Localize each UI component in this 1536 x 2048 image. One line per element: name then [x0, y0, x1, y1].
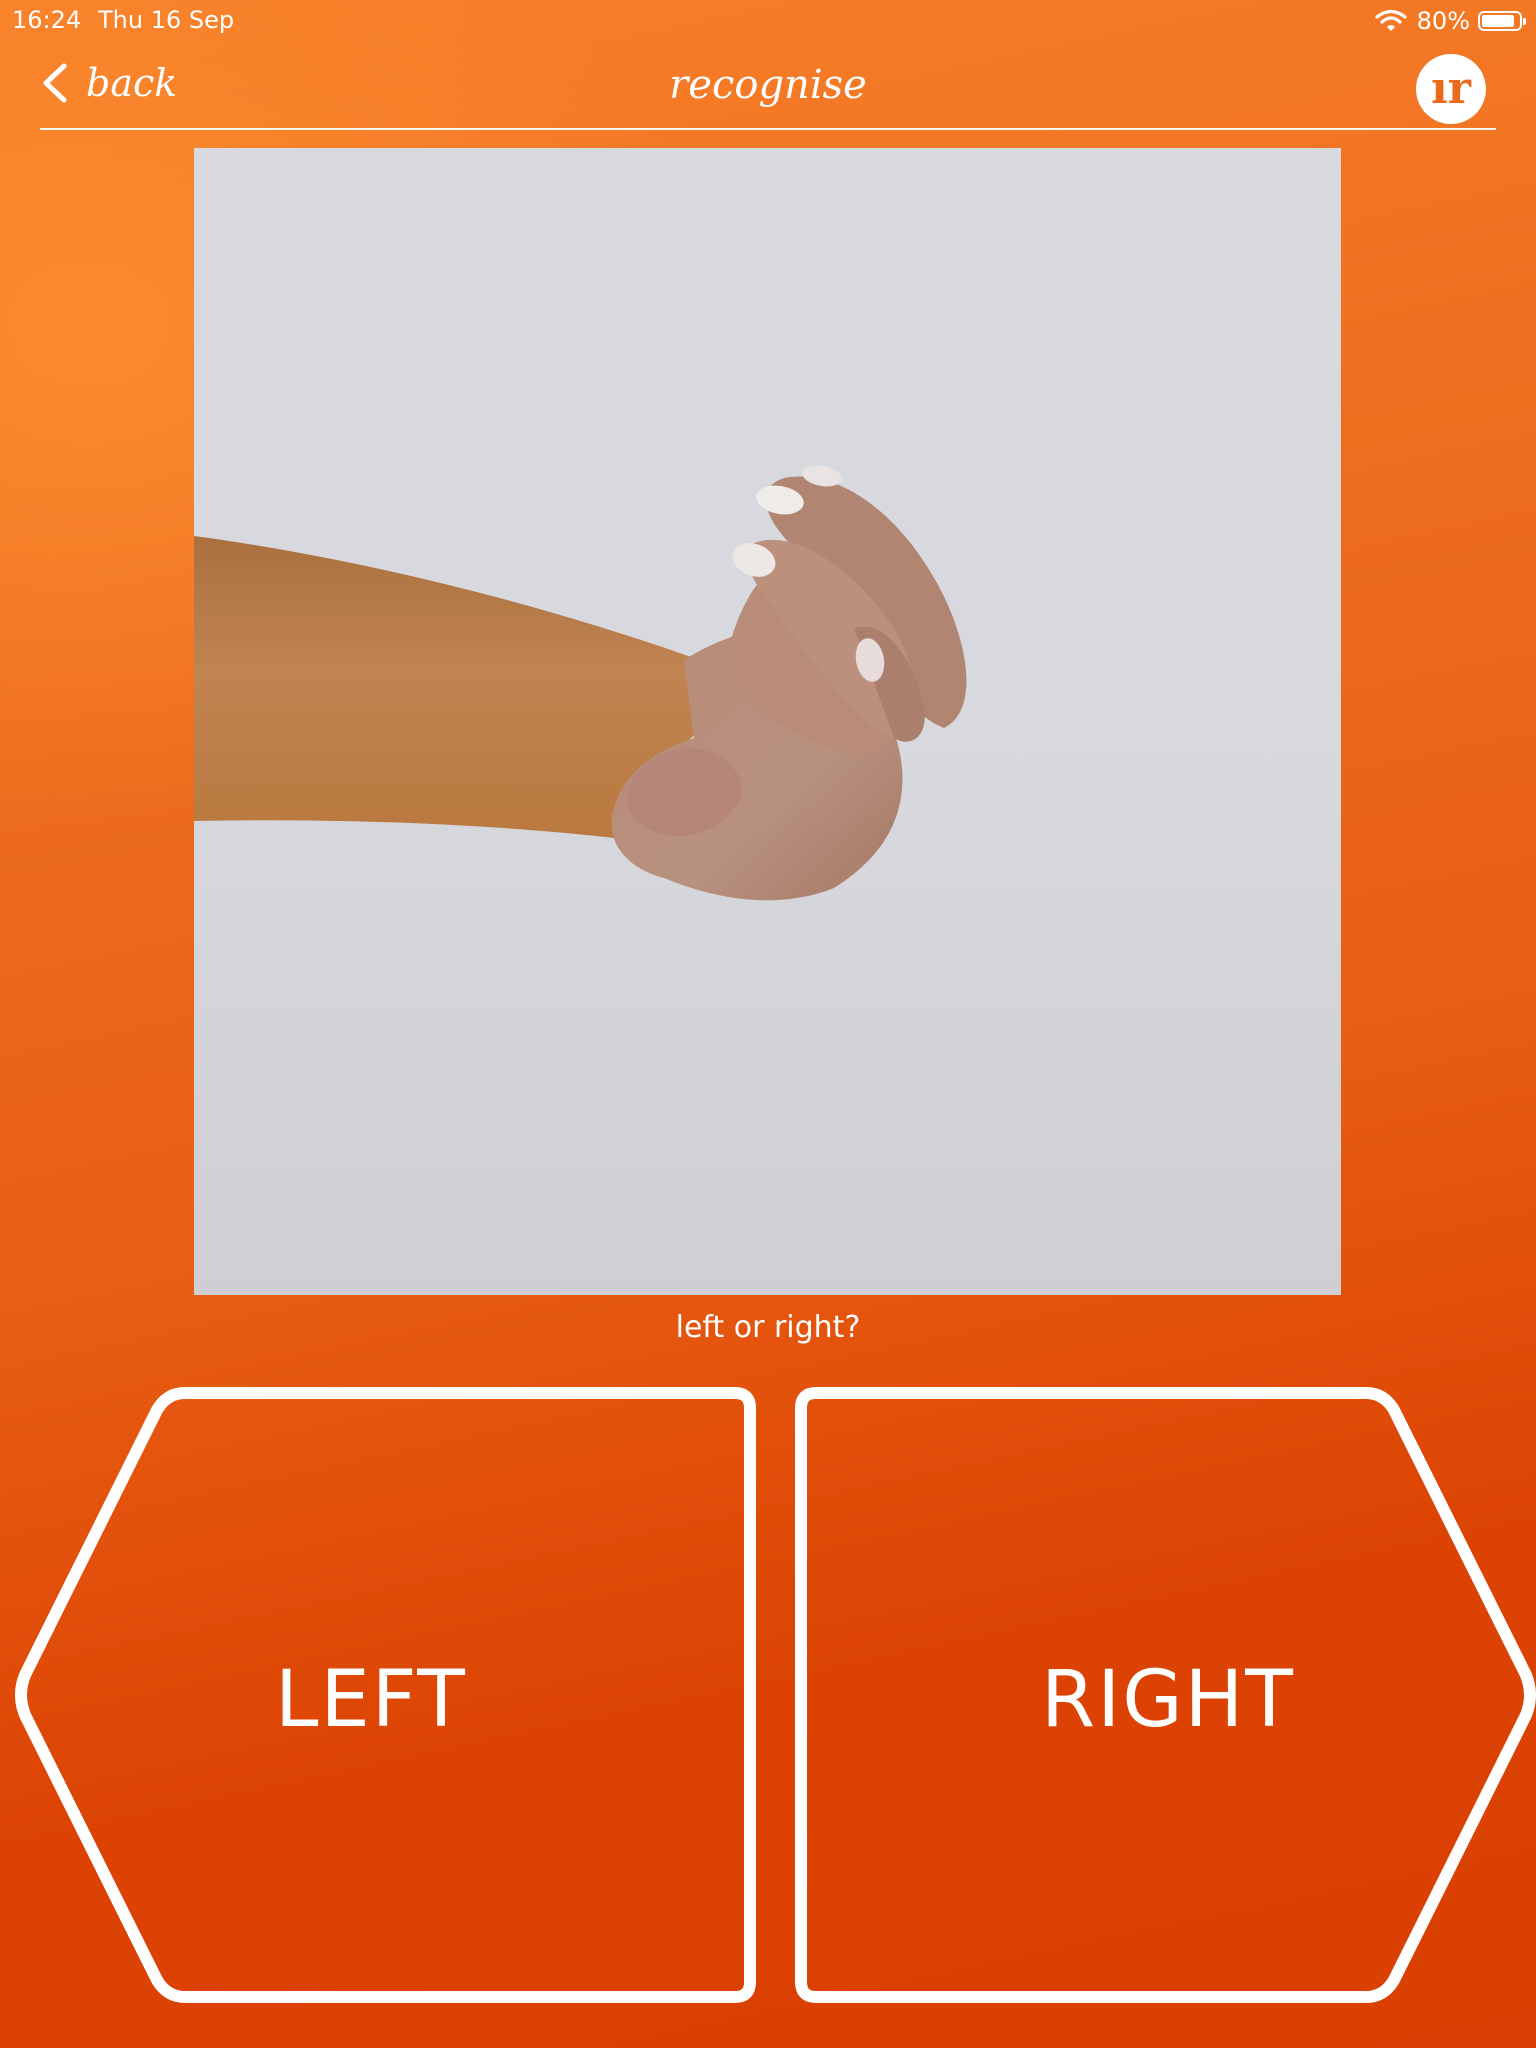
question-text: left or right? [675, 1310, 861, 1345]
status-time: 16:24 [12, 6, 82, 34]
status-indicators: 80% [1375, 7, 1526, 35]
right-answer-button[interactable]: RIGHT [786, 1385, 1536, 2005]
battery-icon [1478, 11, 1526, 31]
page-title: recognise [669, 62, 867, 108]
wifi-icon [1375, 9, 1407, 31]
status-bar: 16:24 Thu 16 Sep 80% [0, 0, 1536, 40]
app-logo-button[interactable]: ır [1416, 54, 1486, 124]
battery-fill [1482, 15, 1514, 27]
battery-percent: 80% [1416, 7, 1470, 35]
hand-photo [194, 148, 1341, 1295]
status-date: Thu 16 Sep [98, 6, 235, 34]
logo-icon: ır [1431, 63, 1471, 114]
nav-bar: back recognise ır [40, 40, 1496, 130]
hand-illustration [194, 465, 967, 901]
left-answer-button[interactable]: LEFT [15, 1385, 765, 2005]
right-answer-label: RIGHT [1041, 1655, 1295, 1745]
left-answer-label: LEFT [275, 1655, 467, 1745]
